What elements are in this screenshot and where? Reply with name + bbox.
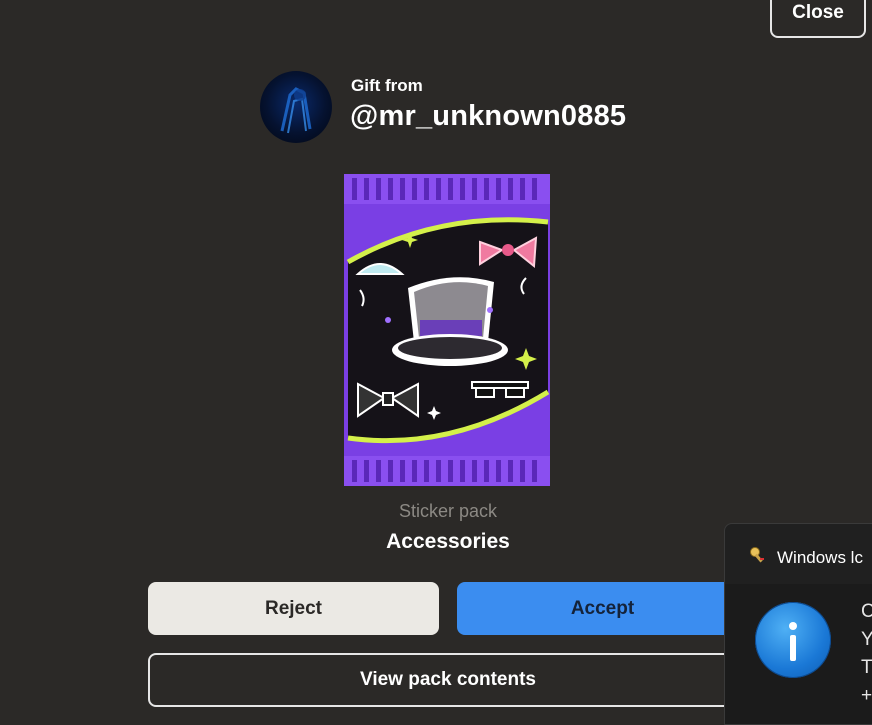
avatar [260, 71, 332, 143]
close-button[interactable]: Close [770, 0, 866, 38]
view-pack-contents-button[interactable]: View pack contents [148, 653, 748, 707]
reject-button[interactable]: Reject [148, 582, 439, 635]
key-icon [749, 546, 767, 569]
gift-from-label: Gift from [351, 76, 423, 95]
toast-body: C Y T + [725, 584, 872, 724]
toast-line: + [861, 685, 872, 706]
toast-line: C [861, 598, 872, 626]
accept-button[interactable]: Accept [457, 582, 748, 635]
sticker-pack-image [340, 170, 554, 488]
gift-sender-username: @mr_unknown0885 [350, 100, 627, 132]
toast-line: Y [861, 626, 872, 654]
toast-message: C Y T + [861, 598, 872, 710]
toast-app-name: Windows lc [777, 547, 863, 567]
info-icon [755, 602, 831, 678]
pack-type-label: Sticker pack [398, 501, 498, 521]
toast-header: Windows lc [749, 546, 863, 569]
toast-line: T [861, 657, 872, 678]
windows-notification-toast[interactable]: Windows lc C Y T + [724, 523, 872, 725]
